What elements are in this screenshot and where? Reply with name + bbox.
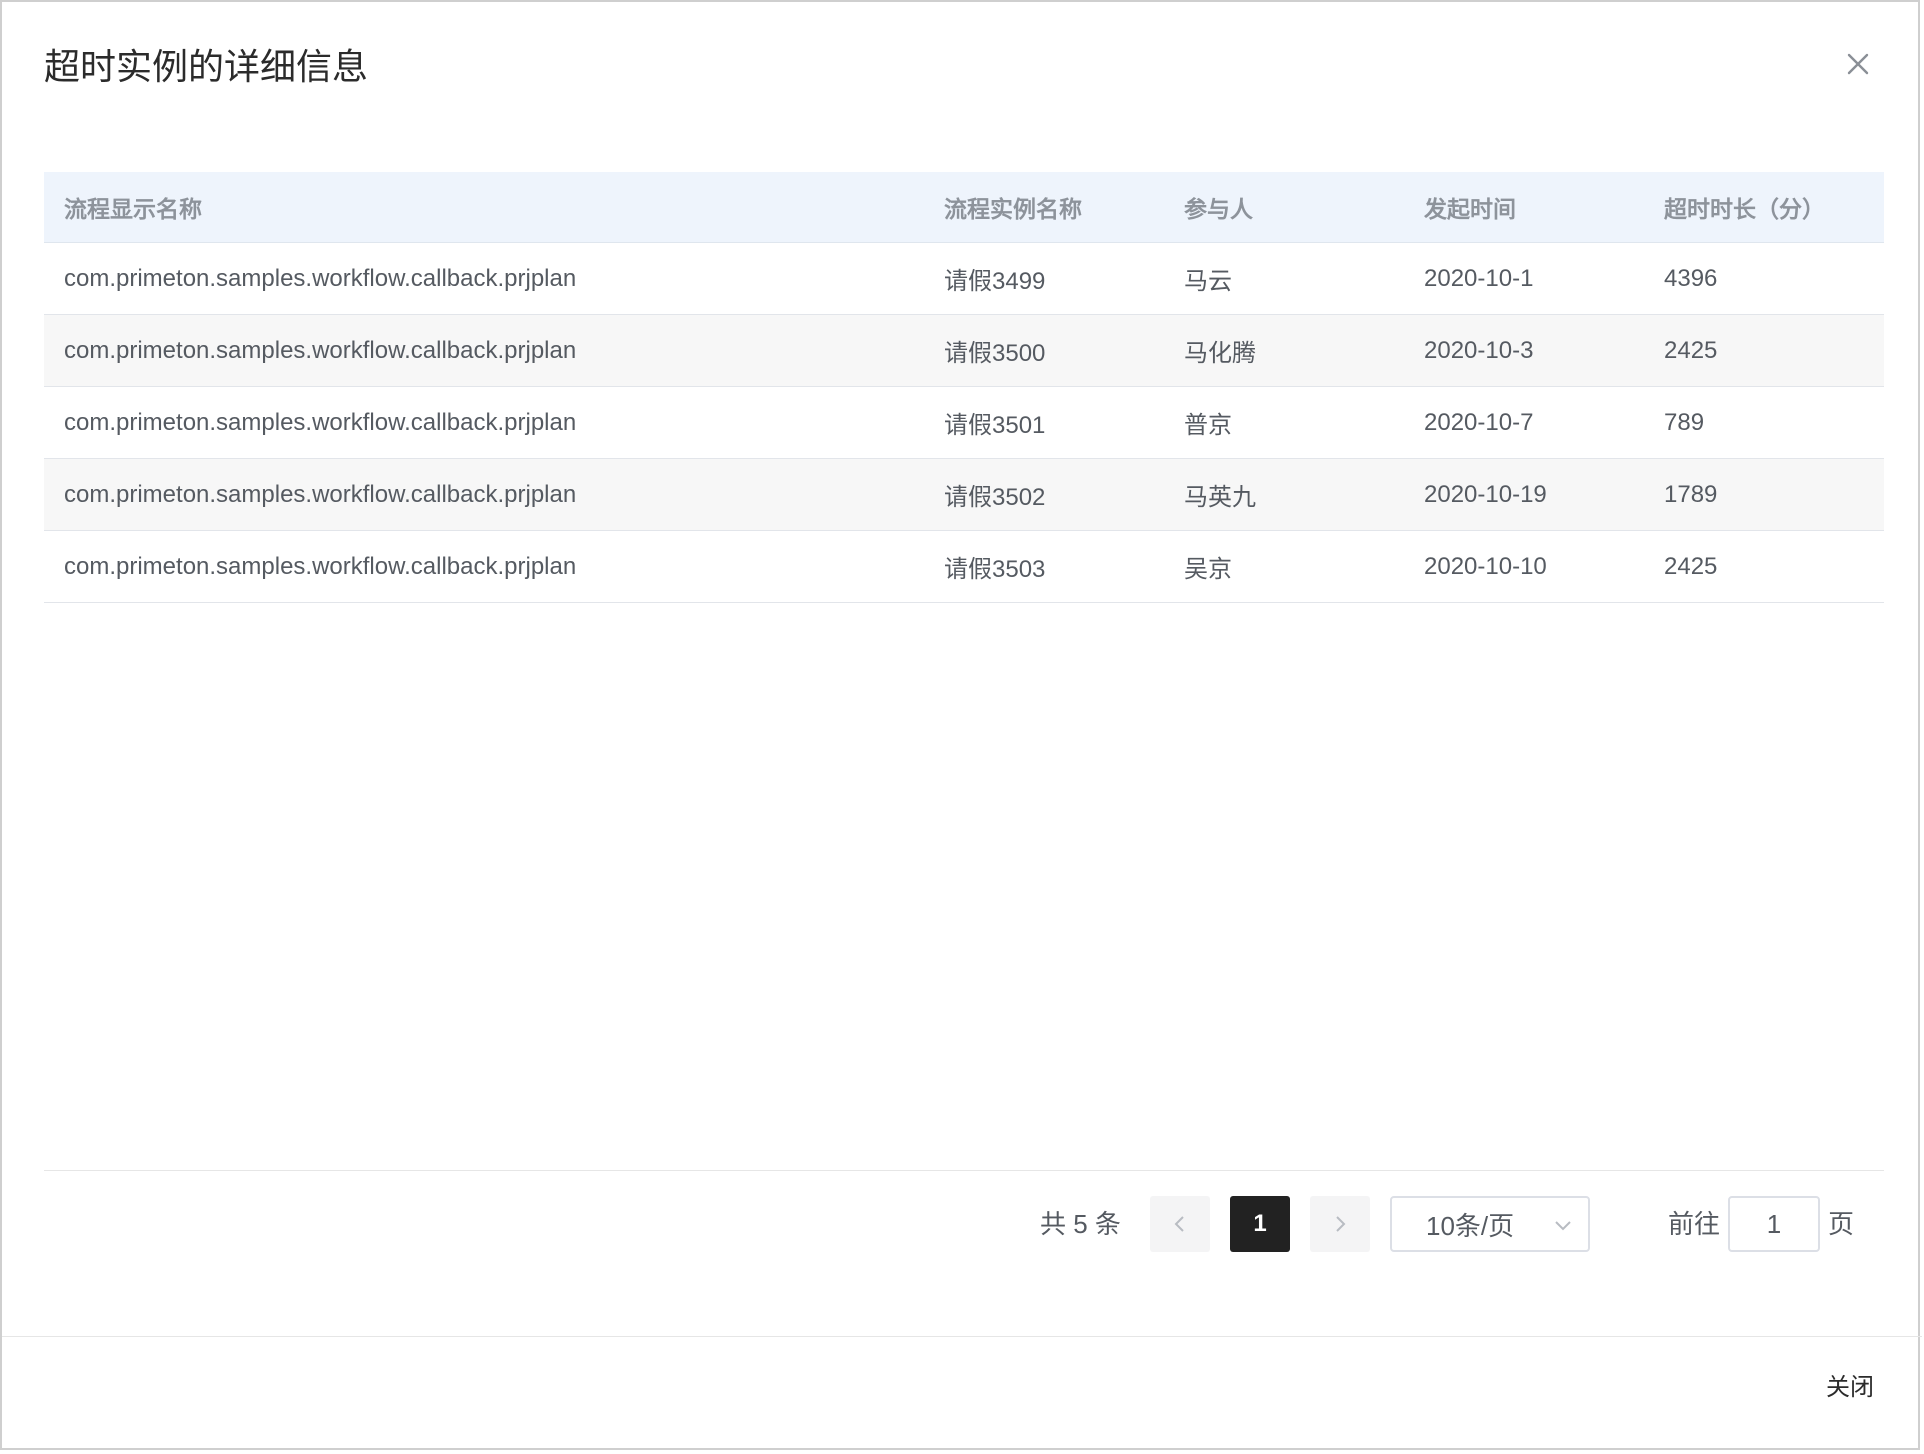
table-row[interactable]: com.primeton.samples.workflow.callback.p… bbox=[44, 531, 1884, 603]
cell-instance-name: 请假3501 bbox=[944, 412, 1046, 439]
cell-start-time: 2020-10-1 bbox=[1424, 264, 1534, 292]
instance-table: 流程显示名称 流程实例名称 参与人 发起时间 超时时长（分） com.prime… bbox=[44, 172, 1884, 603]
page-number-current[interactable]: 1 bbox=[1230, 1196, 1290, 1252]
chevron-right-icon bbox=[1336, 1216, 1346, 1232]
table-bottom-divider bbox=[44, 1170, 1884, 1171]
cell-instance-name: 请假3499 bbox=[944, 268, 1046, 295]
cell-participant: 普京 bbox=[1184, 412, 1232, 439]
chevron-left-icon bbox=[1174, 1216, 1184, 1232]
column-header-start-time[interactable]: 发起时间 bbox=[1404, 172, 1644, 242]
column-header-timeout-duration[interactable]: 超时时长（分） bbox=[1644, 172, 1884, 242]
cell-process-display-name: com.primeton.samples.workflow.callback.p… bbox=[64, 552, 577, 580]
close-icon[interactable] bbox=[1840, 46, 1876, 82]
dialog-footer-divider bbox=[2, 1336, 1922, 1337]
cell-timeout-duration: 789 bbox=[1664, 408, 1705, 436]
cell-process-display-name: com.primeton.samples.workflow.callback.p… bbox=[64, 480, 577, 508]
cell-participant: 马云 bbox=[1184, 268, 1232, 295]
cell-start-time: 2020-10-10 bbox=[1424, 552, 1547, 580]
cell-start-time: 2020-10-19 bbox=[1424, 480, 1547, 508]
page-size-select[interactable]: 10条/页 bbox=[1390, 1196, 1590, 1252]
close-button[interactable]: 关闭 bbox=[1822, 1368, 1878, 1408]
cell-timeout-duration: 2425 bbox=[1664, 552, 1718, 580]
goto-unit-label: 页 bbox=[1828, 1209, 1855, 1239]
cell-process-display-name: com.primeton.samples.workflow.callback.p… bbox=[64, 264, 577, 292]
cell-participant: 马化腾 bbox=[1184, 340, 1256, 367]
timeout-instance-dialog: 超时实例的详细信息 流程显示名称 流程实例名称 参与人 发起时间 超时时长（分）… bbox=[0, 0, 1922, 1450]
cell-process-display-name: com.primeton.samples.workflow.callback.p… bbox=[64, 336, 577, 364]
table-row[interactable]: com.primeton.samples.workflow.callback.p… bbox=[44, 387, 1884, 459]
cell-instance-name: 请假3503 bbox=[944, 556, 1046, 583]
cell-timeout-duration: 4396 bbox=[1664, 264, 1718, 292]
cell-instance-name: 请假3500 bbox=[944, 340, 1046, 367]
prev-page-button[interactable] bbox=[1150, 1196, 1210, 1252]
column-header-process-display-name[interactable]: 流程显示名称 bbox=[44, 172, 924, 242]
cell-participant: 吴京 bbox=[1184, 556, 1232, 583]
cell-timeout-duration: 1789 bbox=[1664, 480, 1718, 508]
cell-process-display-name: com.primeton.samples.workflow.callback.p… bbox=[64, 408, 577, 436]
page-size-value: 10条/页 bbox=[1426, 1210, 1515, 1241]
column-header-participant[interactable]: 参与人 bbox=[1164, 172, 1404, 242]
table-header: 流程显示名称 流程实例名称 参与人 发起时间 超时时长（分） bbox=[44, 172, 1884, 243]
cell-start-time: 2020-10-3 bbox=[1424, 336, 1534, 364]
next-page-button[interactable] bbox=[1310, 1196, 1370, 1252]
table-row[interactable]: com.primeton.samples.workflow.callback.p… bbox=[44, 315, 1884, 387]
chevron-down-icon bbox=[1555, 1221, 1571, 1231]
cell-participant: 马英九 bbox=[1184, 484, 1256, 511]
column-header-instance-name[interactable]: 流程实例名称 bbox=[924, 172, 1164, 242]
cell-instance-name: 请假3502 bbox=[944, 484, 1046, 511]
goto-page-input[interactable] bbox=[1728, 1196, 1820, 1252]
cell-start-time: 2020-10-7 bbox=[1424, 408, 1534, 436]
dialog-title: 超时实例的详细信息 bbox=[44, 46, 369, 87]
close-icon-glyph bbox=[1847, 53, 1869, 75]
table-row[interactable]: com.primeton.samples.workflow.callback.p… bbox=[44, 459, 1884, 531]
cell-timeout-duration: 2425 bbox=[1664, 336, 1718, 364]
table-row[interactable]: com.primeton.samples.workflow.callback.p… bbox=[44, 243, 1884, 315]
goto-label: 前往 bbox=[1668, 1209, 1721, 1239]
pagination-total: 共 5 条 bbox=[1040, 1209, 1121, 1239]
